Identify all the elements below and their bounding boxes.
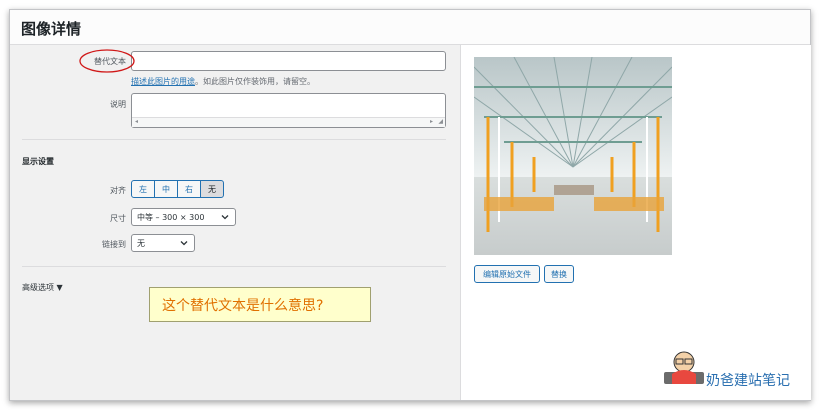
alt-text-help-link[interactable]: 描述此图片的用途 (131, 77, 195, 86)
resize-handle-icon[interactable]: ◢ (438, 118, 443, 125)
align-left-button[interactable]: 左 (131, 180, 155, 198)
chevron-down-icon (221, 215, 229, 220)
alt-text-help: 描述此图片的用途。如此图片仅作装饰用，请留空。 (131, 76, 315, 87)
dialog-header: 图像详情 (10, 10, 810, 45)
scroll-left-icon[interactable]: ◂ (135, 118, 138, 125)
chevron-down-icon (180, 241, 188, 246)
link-to-select-value: 无 (137, 238, 145, 248)
align-right-button[interactable]: 右 (177, 180, 201, 198)
size-select[interactable]: 中等 – 300 × 300 (131, 208, 236, 226)
alt-text-input[interactable] (131, 51, 446, 71)
caption-scrollbar[interactable]: ◂ ▸ ◢ (132, 117, 445, 127)
size-select-value: 中等 – 300 × 300 (137, 212, 205, 222)
align-button-group: 左 中 右 无 (131, 180, 224, 198)
align-label: 对齐 (110, 186, 126, 195)
replace-image-button[interactable]: 替换 (544, 265, 574, 283)
caption-label: 说明 (110, 100, 126, 109)
divider (22, 139, 446, 140)
annotation-note: 这个替代文本是什么意思? (149, 287, 371, 322)
link-to-select[interactable]: 无 (131, 234, 195, 252)
advanced-options-toggle[interactable]: 高级选项 ▼ (22, 282, 63, 293)
display-settings-title: 显示设置 (22, 157, 54, 166)
link-to-label: 链接到 (102, 240, 126, 249)
edit-original-button[interactable]: 编辑原始文件 (474, 265, 540, 283)
scroll-right-icon[interactable]: ▸ (430, 118, 433, 125)
image-thumbnail (474, 57, 672, 255)
caption-textarea[interactable]: ◂ ▸ ◢ (131, 93, 446, 128)
watermark-text: 奶爸建站笔记 (706, 373, 790, 389)
align-none-button[interactable]: 无 (200, 180, 224, 198)
size-label: 尺寸 (110, 214, 126, 223)
align-center-button[interactable]: 中 (154, 180, 178, 198)
page-title: 图像详情 (21, 20, 82, 38)
highlight-circle (79, 49, 135, 73)
divider (22, 266, 446, 267)
alt-text-help-text: 。如此图片仅作装饰用，请留空。 (195, 77, 315, 86)
